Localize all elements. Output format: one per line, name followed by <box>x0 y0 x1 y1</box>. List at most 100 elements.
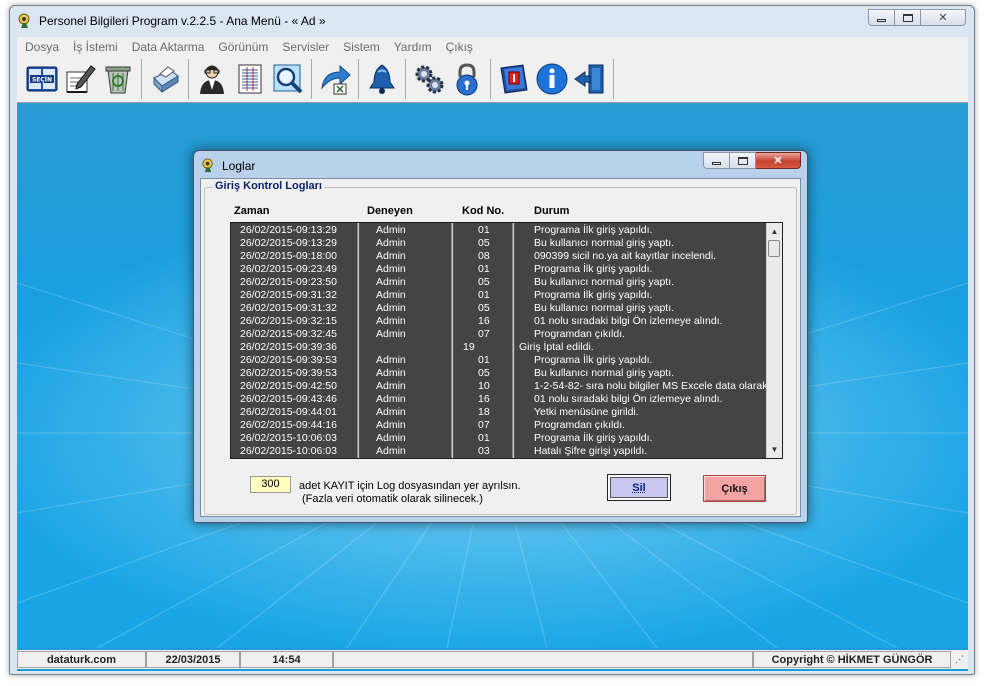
vertical-scrollbar[interactable]: ▲ ▼ <box>766 223 782 458</box>
toolbar-group <box>142 59 189 99</box>
maximize-button[interactable] <box>895 9 921 26</box>
log-row[interactable]: 26/02/2015-09:39:36 19 Giriş İptal edildi. <box>231 341 766 354</box>
logs-dialog: Loglar ✕ Giriş Kontrol Logları Zaman Den… <box>193 150 808 523</box>
log-row[interactable]: 26/02/2015-09:23:49 Admin 01 Programa İlk g… <box>231 263 766 276</box>
log-cell-kod: 19 <box>463 341 475 353</box>
recycle-bin-icon <box>105 66 131 94</box>
log-cell-deneyen: Admin <box>376 224 406 236</box>
search-button[interactable] <box>269 61 307 97</box>
log-row[interactable]: 26/02/2015-09:18:00 Admin 08 090399 sicil n… <box>231 250 766 263</box>
info-button[interactable] <box>533 61 571 97</box>
log-row[interactable]: 26/02/2015-09:39:53 Admin 05 Bu kullanıcı n… <box>231 367 766 380</box>
log-row[interactable]: 26/02/2015-09:13:29 Admin 01 Programa İlk g… <box>231 224 766 237</box>
menu-cikis[interactable]: Çıkış <box>446 40 473 54</box>
log-cell-zaman: 26/02/2015-09:13:29 <box>240 224 337 236</box>
help-button[interactable] <box>495 61 533 97</box>
close-icon: ✕ <box>938 12 948 24</box>
log-cell-deneyen: Admin <box>376 250 406 262</box>
title-bar[interactable]: Personel Bilgileri Program v.2.2.5 - Ana… <box>10 6 974 36</box>
log-cell-deneyen: Admin <box>376 276 406 288</box>
status-copyright: Copyright © HİKMET GÜNGÖR <box>753 651 951 668</box>
close-button[interactable]: ✕ <box>921 9 966 26</box>
scroll-down-icon[interactable]: ▼ <box>767 442 782 457</box>
log-row[interactable]: 26/02/2015-09:32:45 Admin 07 Programdan çık… <box>231 328 766 341</box>
log-cell-kod: 07 <box>478 328 490 340</box>
exit-dialog-button[interactable]: Çıkış <box>703 475 766 502</box>
window-controls: ✕ <box>868 9 966 26</box>
log-cell-kod: 01 <box>478 224 490 236</box>
log-cell-kod: 08 <box>478 250 490 262</box>
log-row[interactable]: 26/02/2015-09:43:46 Admin 16 01 nolu sırada… <box>231 393 766 406</box>
log-cell-deneyen: Admin <box>376 419 406 431</box>
alarm-bell-icon <box>369 64 395 94</box>
log-cell-deneyen: Admin <box>376 354 406 366</box>
toolbar-group: SEÇİN <box>19 59 142 99</box>
record-text-line1: adet KAYIT için Log dosyasından yer ayrı… <box>299 480 521 492</box>
delete-button[interactable]: Sil <box>607 474 671 501</box>
dialog-close-button[interactable]: ✕ <box>756 152 801 169</box>
log-cell-durum: Programa İlk giriş yapıldı. <box>534 354 653 366</box>
excel-export-button[interactable] <box>316 61 354 97</box>
log-row[interactable]: 26/02/2015-09:44:16 Admin 07 Programdan çık… <box>231 419 766 432</box>
log-cell-kod: 16 <box>478 393 490 405</box>
toolbar-group <box>491 59 614 99</box>
edit-icon <box>66 65 96 93</box>
record-count-field[interactable]: 300 <box>250 476 291 493</box>
delete-all-button[interactable] <box>99 61 137 97</box>
menu-gorunum[interactable]: Görünüm <box>218 40 268 54</box>
security-button[interactable] <box>448 61 486 97</box>
exit-button[interactable] <box>571 61 609 97</box>
log-row[interactable]: 26/02/2015-09:32:15 Admin 16 01 nolu sırada… <box>231 315 766 328</box>
menu-dosya[interactable]: Dosya <box>25 40 59 54</box>
log-row[interactable]: 26/02/2015-09:13:29 Admin 05 Bu kullanıcı n… <box>231 237 766 250</box>
scroll-thumb[interactable] <box>768 240 780 257</box>
log-cell-durum: Bu kullanıcı normal giriş yaptı. <box>534 276 675 288</box>
print-button[interactable] <box>146 61 184 97</box>
log-cell-durum: Programa İlk giriş yapıldı. <box>534 289 653 301</box>
toolbar-group <box>189 59 312 99</box>
log-cell-deneyen: Admin <box>376 393 406 405</box>
log-list[interactable]: 26/02/2015-09:13:29 Admin 01 Programa İlk g… <box>230 222 783 459</box>
resize-grip-icon[interactable]: ⋰ <box>951 651 968 668</box>
status-empty <box>333 651 753 668</box>
log-row[interactable]: 26/02/2015-10:06:03 Admin 03 Hatalı Şifre g… <box>231 445 766 458</box>
log-cell-deneyen: Admin <box>376 367 406 379</box>
menu-bar: Dosya İş İstemi Data Aktarma Görünüm Ser… <box>17 37 968 56</box>
minimize-button[interactable] <box>868 9 895 26</box>
secin-button[interactable]: SEÇİN <box>23 61 61 97</box>
alarm-button[interactable] <box>363 61 401 97</box>
report-button[interactable] <box>231 61 269 97</box>
log-row[interactable]: 26/02/2015-10:06:03 Admin 01 Programa İlk g… <box>231 432 766 445</box>
log-cell-deneyen: Admin <box>376 380 406 392</box>
log-row[interactable]: 26/02/2015-09:39:53 Admin 01 Programa İlk g… <box>231 354 766 367</box>
log-cell-kod: 05 <box>478 367 490 379</box>
settings-button[interactable] <box>410 61 448 97</box>
log-row[interactable]: 26/02/2015-09:23:50 Admin 05 Bu kullanıcı n… <box>231 276 766 289</box>
menu-sistem[interactable]: Sistem <box>343 40 380 54</box>
log-cell-deneyen: Admin <box>376 289 406 301</box>
menu-is-istemi[interactable]: İş İstemi <box>73 40 118 54</box>
menu-yardim[interactable]: Yardım <box>394 40 432 54</box>
log-cell-kod: 05 <box>478 302 490 314</box>
log-row[interactable]: 26/02/2015-09:31:32 Admin 01 Programa İlk g… <box>231 289 766 302</box>
scroll-up-icon[interactable]: ▲ <box>767 224 782 239</box>
dialog-minimize-button[interactable] <box>703 152 730 169</box>
log-row[interactable]: 26/02/2015-09:44:01 Admin 18 Yetki menüsüne… <box>231 406 766 419</box>
maximize-icon <box>902 13 913 22</box>
log-cell-deneyen: Admin <box>376 328 406 340</box>
personnel-button[interactable] <box>193 61 231 97</box>
log-row[interactable]: 26/02/2015-09:31:32 Admin 05 Bu kullanıcı n… <box>231 302 766 315</box>
edit-button[interactable] <box>61 61 99 97</box>
dialog-maximize-button[interactable] <box>730 152 756 169</box>
log-cell-kod: 05 <box>478 276 490 288</box>
exit-door-icon <box>574 64 604 94</box>
log-cell-zaman: 26/02/2015-09:32:45 <box>240 328 337 340</box>
log-cell-zaman: 26/02/2015-09:23:50 <box>240 276 337 288</box>
log-cell-zaman: 26/02/2015-09:23:49 <box>240 263 337 275</box>
log-row[interactable]: 26/02/2015-09:42:50 Admin 10 1-2-54-82- sır… <box>231 380 767 393</box>
printer-icon <box>153 66 179 94</box>
menu-servisler[interactable]: Servisler <box>282 40 329 54</box>
log-cell-kod: 18 <box>478 406 490 418</box>
log-cell-zaman: 26/02/2015-09:39:53 <box>240 367 337 379</box>
menu-data-aktarma[interactable]: Data Aktarma <box>132 40 205 54</box>
